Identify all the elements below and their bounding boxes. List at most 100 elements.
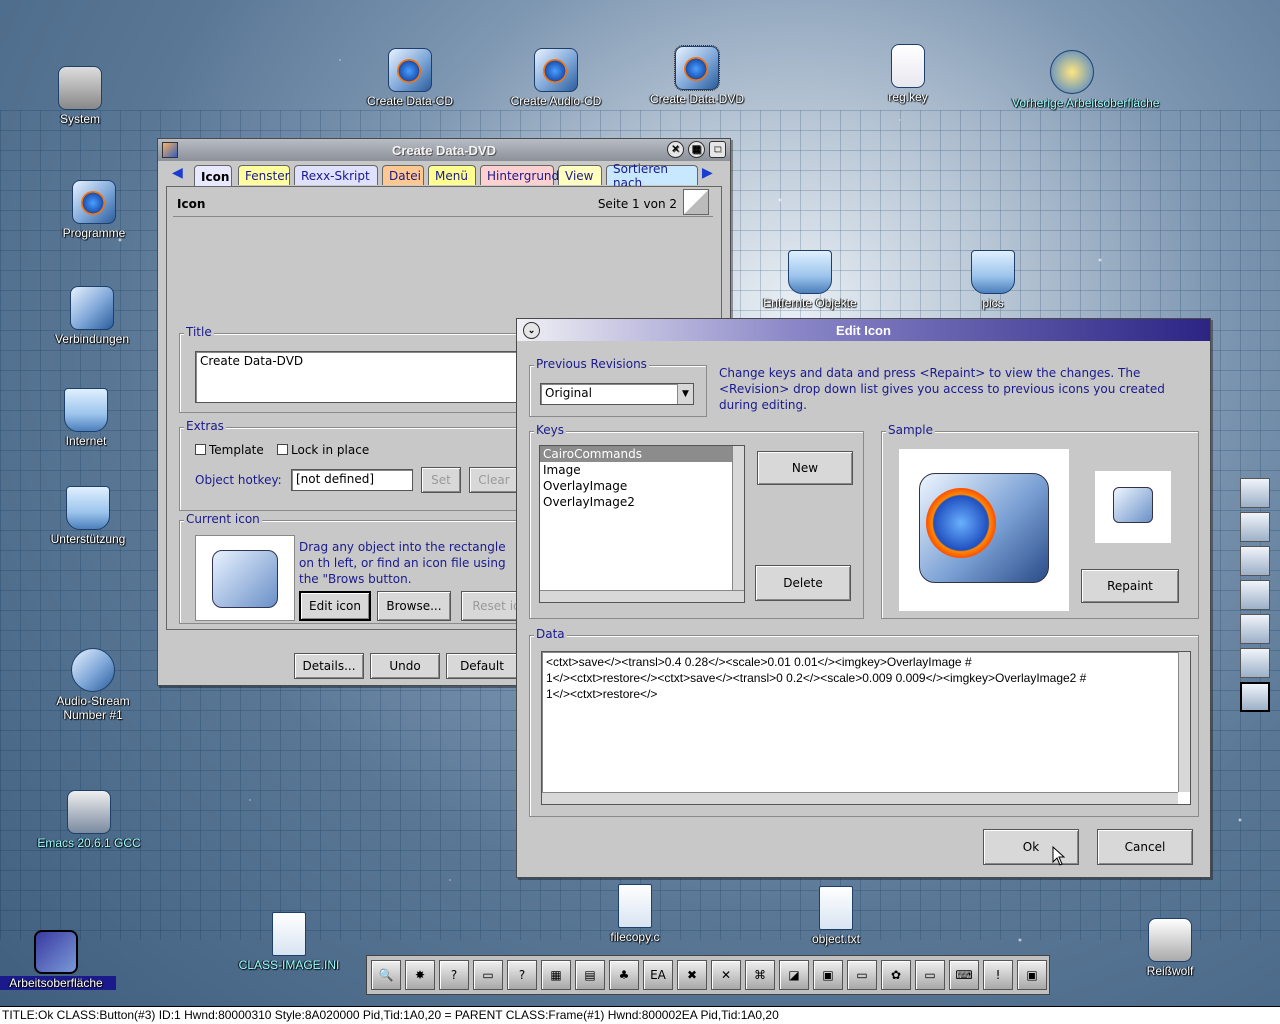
desktop-icon-shredder[interactable]: Reißwolf	[1110, 918, 1230, 978]
tab-fenster[interactable]: Fenster	[238, 165, 290, 185]
page-turn-icon[interactable]	[683, 189, 709, 215]
list-item[interactable]: OverlayImage	[540, 478, 744, 494]
launch-item-icon[interactable]	[1240, 580, 1270, 610]
tab-rexx-skript[interactable]: Rexx-Skript	[294, 165, 378, 185]
new-key-button[interactable]: New	[757, 451, 853, 485]
tab-datei[interactable]: Datei	[382, 165, 424, 185]
help-icon[interactable]: ?	[439, 960, 469, 990]
folder-blue-icon[interactable]: ▭	[915, 960, 945, 990]
settings-titlebar[interactable]: Create Data-DVD ✕ ▦ □	[158, 139, 730, 161]
toolbox-icon[interactable]: ▭	[473, 960, 503, 990]
checkbox-box	[277, 444, 288, 455]
undo-button[interactable]: Undo	[370, 653, 440, 679]
repaint-button[interactable]: Repaint	[1081, 569, 1179, 603]
tab-sortieren-nach[interactable]: Sortieren nach	[606, 162, 698, 190]
dialog-titlebar[interactable]: ⌄ Edit Icon	[517, 319, 1210, 341]
desktop-icon-create-data-cd[interactable]: Create Data-CD	[350, 48, 470, 108]
dvd-burner-icon	[919, 473, 1049, 583]
desktop-icon-programme[interactable]: Programme	[34, 180, 154, 240]
tab-icon[interactable]: Icon	[194, 165, 232, 187]
desktop-icon-audio-stream[interactable]: Audio-Stream Number #1	[33, 648, 153, 722]
keys-list[interactable]: CairoCommands Image OverlayImage Overlay…	[539, 445, 745, 603]
data-textarea[interactable]: <ctxt>save</><transl>0.4 0.28</><scale>0…	[541, 651, 1191, 805]
close-icon[interactable]: ✕	[667, 141, 684, 158]
desktop-icon-vorherige[interactable]: Vorherige Arbeitsoberfläche	[1012, 50, 1159, 110]
launch-item-icon[interactable]	[1240, 614, 1270, 644]
desktop-icon-filecopy[interactable]: filecopy.c	[575, 884, 695, 944]
clear-button[interactable]: Clear	[469, 467, 519, 493]
template-checkbox[interactable]: Template	[195, 443, 264, 457]
keys-vertical-scrollbar[interactable]	[732, 446, 744, 590]
restore-icon[interactable]: ▦	[688, 141, 705, 158]
folder-icon[interactable]: ▭	[847, 960, 877, 990]
keys-horizontal-scrollbar[interactable]	[540, 590, 744, 602]
list-item[interactable]: Image	[540, 462, 744, 478]
desktop-icon-arbeitsoberflaeche[interactable]: Arbeitsoberfläche	[0, 930, 116, 990]
details-button[interactable]: Details...	[294, 653, 364, 679]
maximize-icon[interactable]: □	[709, 141, 726, 158]
edit-icon-button[interactable]: Edit icon	[299, 591, 371, 621]
warning-file-icon	[891, 44, 925, 88]
data-vertical-scrollbar[interactable]	[1178, 652, 1190, 792]
chevron-down-icon[interactable]: ▼	[677, 384, 693, 404]
edit-icon-dialog[interactable]: ⌄ Edit Icon Previous Revisions Original …	[516, 318, 1211, 878]
desktop-icon-system[interactable]: System	[20, 66, 140, 126]
desktop-icon-internet[interactable]: Internet	[26, 388, 146, 448]
hotkey-input[interactable]: [not defined]	[291, 469, 413, 491]
film-icon[interactable]: ▦	[541, 960, 571, 990]
launch-item-icon[interactable]	[1240, 546, 1270, 576]
ea-icon[interactable]: EA	[643, 960, 673, 990]
title-input[interactable]: Create Data-DVD	[195, 351, 525, 403]
browse-button[interactable]: Browse...	[377, 591, 451, 621]
network-icon[interactable]: ⌘	[745, 960, 775, 990]
desktop-icon-create-audio-cd[interactable]: Create Audio-CD	[496, 48, 616, 108]
launch-item-icon[interactable]	[1240, 682, 1270, 712]
launch-item-icon[interactable]	[1240, 648, 1270, 678]
launch-item-icon[interactable]	[1240, 478, 1270, 508]
shredder-icon	[1148, 918, 1192, 962]
tab-hintergrund[interactable]: Hintergrund	[480, 165, 559, 185]
current-icon-preview[interactable]	[195, 535, 295, 621]
tab-scroll-right-icon[interactable]: ▶	[702, 165, 713, 181]
alert-icon[interactable]: !	[983, 960, 1013, 990]
grid-x-icon[interactable]: ✖	[677, 960, 707, 990]
keyboard-icon[interactable]: ⌨	[949, 960, 979, 990]
revision-dropdown[interactable]: Original ▼	[540, 383, 694, 405]
data-horizontal-scrollbar[interactable]	[542, 792, 1178, 804]
tree-image-icon[interactable]: ♣	[609, 960, 639, 990]
set-button[interactable]: Set	[421, 467, 461, 493]
launch-item-icon[interactable]	[1240, 512, 1270, 542]
desktop-icon-unterstuetzung[interactable]: Unterstützung	[28, 486, 148, 546]
desktop-icon-reg-key[interactable]: reg.key	[848, 44, 968, 104]
desktop-icon-class-image-ini[interactable]: CLASS-IMAGE.INI	[229, 912, 349, 972]
lock-checkbox[interactable]: Lock in place	[277, 443, 369, 457]
desktop-icon-object-txt[interactable]: object.txt	[776, 886, 896, 946]
right-launch-bar	[1240, 478, 1272, 716]
window-icon[interactable]: ▣	[813, 960, 843, 990]
cancel-button[interactable]: Cancel	[1097, 829, 1193, 865]
tab-menü[interactable]: Menü	[428, 165, 476, 185]
drive-icon[interactable]: ◪	[779, 960, 809, 990]
document-icon[interactable]: ▤	[575, 960, 605, 990]
help-book-icon[interactable]: ?	[507, 960, 537, 990]
star-icon[interactable]: ✸	[405, 960, 435, 990]
icon-label: Emacs 20.6.1 GCC	[37, 836, 141, 850]
desktop-icon-emacs[interactable]: Emacs 20.6.1 GCC	[29, 790, 149, 850]
settings-icon[interactable]: ✿	[881, 960, 911, 990]
desktop-icon-verbindungen[interactable]: Verbindungen	[32, 286, 152, 346]
icon-label: Unterstützung	[50, 532, 126, 546]
tab-scroll-left-icon[interactable]: ◀	[172, 165, 183, 181]
desktop-icon-create-data-dvd[interactable]: Create Data-DVD	[637, 45, 757, 106]
default-button[interactable]: Default	[446, 653, 518, 679]
desktop-icon-pics[interactable]: pics	[933, 250, 1053, 310]
delete-key-button[interactable]: Delete	[755, 565, 851, 601]
desktop-icon-entfernte-objekte[interactable]: Entfernte Objekte	[750, 250, 870, 310]
list-item[interactable]: OverlayImage2	[540, 494, 744, 510]
close-x-icon[interactable]: ✕	[711, 960, 741, 990]
dvd-burner-small-icon	[1113, 487, 1153, 523]
window-open-icon[interactable]: ▣	[1017, 960, 1047, 990]
tab-view[interactable]: View	[558, 165, 602, 185]
audio-stream-icon	[71, 648, 115, 692]
search-icon[interactable]: 🔍	[371, 960, 401, 990]
list-item[interactable]: CairoCommands	[540, 446, 744, 462]
